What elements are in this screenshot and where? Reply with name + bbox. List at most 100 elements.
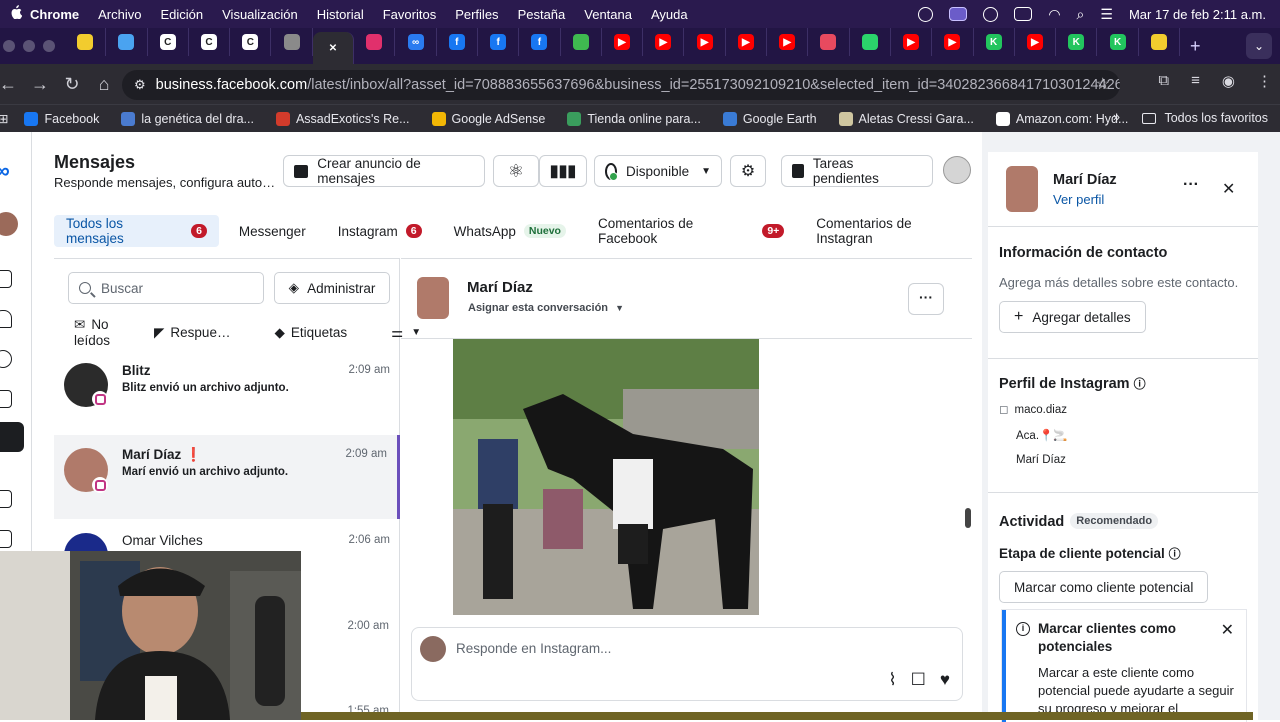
bookmark-item[interactable]: Google Earth <box>722 111 817 126</box>
browser-tab[interactable]: ▶ <box>726 28 768 56</box>
apps-grid-icon[interactable]: ⊞ <box>0 111 8 126</box>
menu-chrome[interactable]: Chrome <box>30 7 79 22</box>
page-avatar[interactable] <box>0 212 18 236</box>
reply-composer[interactable]: Responde en Instagram... ⌇ ☐ ♥ <box>411 627 963 701</box>
bookmark-item[interactable]: Aletas Cressi Gara... <box>838 111 974 126</box>
add-details-button[interactable]: + Agregar detalles <box>999 301 1146 333</box>
more-options-icon[interactable]: ··· <box>1183 176 1199 194</box>
scrollbar-thumb[interactable] <box>965 508 971 528</box>
bookmark-item[interactable]: la genética del dra... <box>121 111 254 126</box>
settings-button[interactable]: ⚙ <box>730 155 766 187</box>
menu-ayuda[interactable]: Ayuda <box>651 7 688 22</box>
browser-tab[interactable]: ▶ <box>932 28 974 56</box>
wifi-icon[interactable]: ◠ <box>1048 6 1060 23</box>
close-panel-icon[interactable]: ✕ <box>1222 179 1235 199</box>
control-center-icon[interactable]: ☰ <box>1100 6 1113 23</box>
pages-nav-icon[interactable] <box>0 390 12 408</box>
menu-favoritos[interactable]: Favoritos <box>383 7 436 22</box>
tab-whatsapp[interactable]: WhatsApp Nuevo <box>442 215 578 247</box>
close-window-icon[interactable] <box>3 40 15 52</box>
play-icon[interactable] <box>983 6 999 22</box>
browser-tab[interactable]: ▶ <box>891 28 933 56</box>
tab-instagram[interactable]: Instagram 6 <box>326 215 434 247</box>
contact-avatar[interactable] <box>1006 166 1038 212</box>
filter-labels[interactable]: ◆ Etiquetas <box>274 325 369 341</box>
browser-tab[interactable] <box>808 28 850 56</box>
menu-archivo[interactable]: Archivo <box>98 7 141 22</box>
browser-tab[interactable]: ▶ <box>684 28 726 56</box>
tools-nav-icon[interactable] <box>0 530 12 548</box>
bookmark-item[interactable]: Google AdSense <box>431 111 545 126</box>
availability-dropdown[interactable]: Disponible ▼ <box>594 155 722 187</box>
site-info-icon[interactable]: ⚙ <box>134 77 146 93</box>
info-icon[interactable]: ⓘ <box>1169 547 1181 561</box>
search-input[interactable]: Buscar <box>68 272 264 304</box>
browser-tab[interactable]: ▶ <box>1015 28 1057 56</box>
more-bookmarks-icon[interactable]: » <box>1113 110 1120 124</box>
bookmark-item[interactable]: Facebook <box>24 111 99 126</box>
browser-tab[interactable] <box>106 28 148 56</box>
menu-pestana[interactable]: Pestaña <box>518 7 566 22</box>
filter-unread[interactable]: ✉ No leídos <box>74 317 132 348</box>
browser-tab[interactable]: f <box>478 28 520 56</box>
tab-messenger[interactable]: Messenger <box>227 215 318 247</box>
create-ad-button[interactable]: Crear anuncio de mensajes <box>283 155 485 187</box>
compass-nav-icon[interactable] <box>0 350 12 368</box>
browser-tab[interactable]: C <box>148 28 189 56</box>
inbox-nav-icon[interactable] <box>0 422 24 452</box>
extensions-icon[interactable]: ⧉ <box>1158 72 1169 90</box>
back-icon[interactable]: ← <box>0 74 24 95</box>
browser-tab[interactable] <box>271 28 313 56</box>
browser-tab[interactable]: K <box>1056 28 1098 56</box>
browser-tab[interactable]: f <box>437 28 478 56</box>
browser-tab[interactable] <box>561 28 602 56</box>
browser-tab[interactable] <box>850 28 891 56</box>
browser-tab[interactable] <box>354 28 396 56</box>
browser-tab[interactable]: K <box>974 28 1015 56</box>
minimize-window-icon[interactable] <box>23 40 35 52</box>
attach-icon[interactable]: ⌇ <box>888 670 896 690</box>
instagram-handle[interactable]: ◻ maco.diaz <box>999 402 1067 416</box>
meta-logo-icon[interactable]: ∞ <box>0 158 10 184</box>
menu-historial[interactable]: Historial <box>317 7 364 22</box>
sync-icon[interactable] <box>918 6 934 22</box>
bookmark-star-icon[interactable]: ☆ <box>1096 74 1110 94</box>
menu-visualizacion[interactable]: Visualización <box>222 7 298 22</box>
menu-ventana[interactable]: Ventana <box>584 7 632 22</box>
tab-all-messages[interactable]: Todos los mensajes 6 <box>54 215 219 247</box>
menu-clock[interactable]: Mar 17 de feb 2:11 a.m. <box>1129 7 1266 22</box>
conversation-item[interactable]: Blitz Blitz envió un archivo adjunto. 2:… <box>54 351 400 435</box>
browser-tab[interactable]: C <box>189 28 231 56</box>
filter-responses[interactable]: ◤ Respue… <box>154 325 252 341</box>
contact-avatar[interactable] <box>417 277 449 319</box>
saved-replies-icon[interactable]: ☐ <box>911 670 926 690</box>
manage-button[interactable]: ◈ Administrar <box>274 272 390 304</box>
browser-tab[interactable]: ∞ <box>395 28 437 56</box>
new-tab-icon[interactable]: + <box>1190 36 1201 57</box>
browser-tab-active[interactable]: ✕ <box>312 32 355 64</box>
bookmark-item[interactable]: AssadExotics's Re... <box>275 111 410 126</box>
account-avatar[interactable] <box>943 156 971 184</box>
browser-tab[interactable]: C <box>230 28 272 56</box>
browser-tab[interactable]: K <box>1097 28 1139 56</box>
menu-perfiles[interactable]: Perfiles <box>455 7 498 22</box>
menu-edicion[interactable]: Edición <box>160 7 203 22</box>
tab-facebook-comments[interactable]: Comentarios de Facebook 9+ <box>586 215 796 247</box>
browser-tab[interactable]: f <box>519 28 561 56</box>
insights-button[interactable]: ▮▮▮ <box>539 155 587 187</box>
assign-conversation-dropdown[interactable]: Asignar esta conversación ▼ <box>468 302 624 314</box>
reading-list-icon[interactable]: ≡ <box>1191 72 1200 90</box>
conversation-item-selected[interactable]: Marí Díaz ❗ Marí envió un archivo adjunt… <box>54 435 400 519</box>
tasks-button[interactable]: Tareas pendientes <box>781 155 933 187</box>
notifications-nav-icon[interactable] <box>0 310 12 328</box>
info-icon[interactable]: ⓘ <box>1134 377 1146 391</box>
browser-tab[interactable]: ▶ <box>643 28 685 56</box>
tab-search-chevron-icon[interactable]: ⌄ <box>1246 33 1272 59</box>
screen-share-icon[interactable] <box>949 7 968 21</box>
mark-as-lead-button[interactable]: Marcar como cliente potencial <box>999 571 1209 603</box>
grid-nav-icon[interactable] <box>0 490 12 508</box>
zoom-window-icon[interactable] <box>43 40 55 52</box>
browser-tab[interactable] <box>65 28 107 56</box>
profile-avatar[interactable]: ◉ <box>1222 72 1235 90</box>
spotlight-search-icon[interactable]: ⌕ <box>1077 6 1085 23</box>
